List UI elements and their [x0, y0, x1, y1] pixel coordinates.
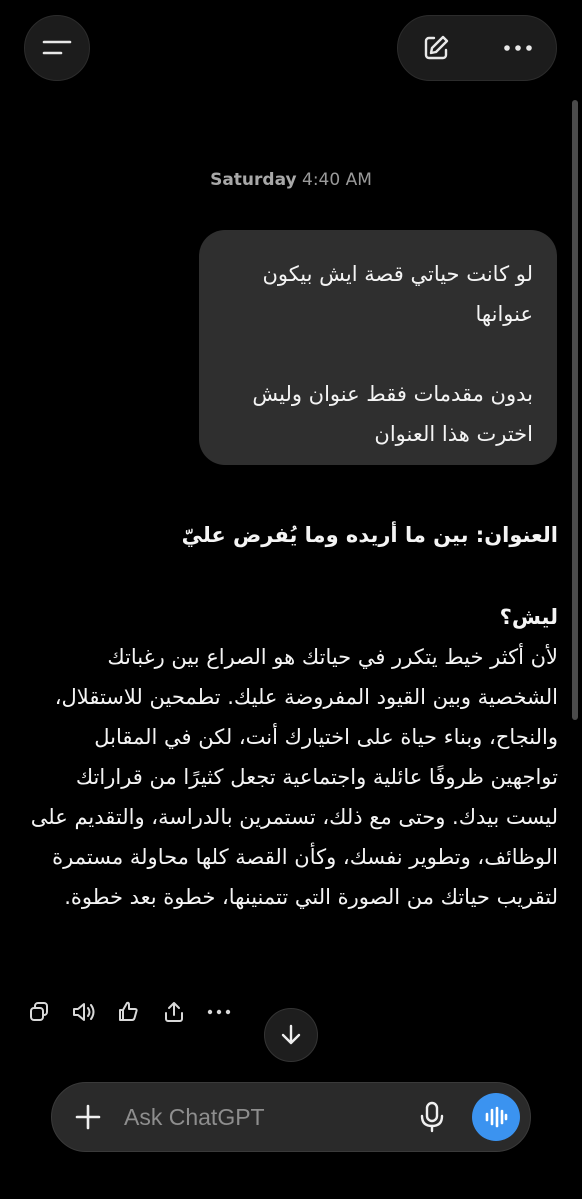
attach-button[interactable]	[66, 1095, 110, 1139]
feedback-icon	[119, 1001, 138, 1021]
new-chat-icon	[424, 35, 449, 60]
message-composer	[51, 1082, 531, 1152]
user-message-paragraph: لو كانت حياتي قصة ايش بيكون عنوانها	[262, 262, 533, 326]
voice-mode-button[interactable]	[472, 1093, 520, 1141]
message-input[interactable]	[124, 1083, 394, 1151]
dictation-button[interactable]	[410, 1095, 454, 1139]
voice-mode-icon	[485, 1106, 508, 1128]
feedback-button[interactable]	[112, 995, 146, 1029]
menu-button[interactable]	[24, 15, 90, 81]
share-icon	[165, 1002, 183, 1022]
read-aloud-icon	[73, 1003, 95, 1021]
more-icon	[207, 1009, 231, 1015]
assistant-title-line: العنوان: بين ما أريده وما يُفرض عليّ	[181, 523, 558, 547]
new-chat-button[interactable]	[398, 16, 474, 80]
assistant-body-text: لأن أكثر خيط يتكرر في حياتك هو الصراع بي…	[30, 645, 558, 909]
timestamp-day: Saturday	[210, 170, 297, 190]
read-aloud-button[interactable]	[67, 995, 101, 1029]
arrow-down-icon	[281, 1024, 301, 1045]
copy-button[interactable]	[22, 995, 56, 1029]
microphone-icon	[420, 1101, 444, 1133]
more-options-button[interactable]	[480, 16, 556, 80]
scrollbar[interactable]	[572, 100, 578, 720]
message-actions	[22, 995, 247, 1029]
message-timestamp: Saturday 4:40 AM	[0, 170, 582, 190]
user-message-bubble: لو كانت حياتي قصة ايش بيكون عنوانها بدون…	[199, 230, 557, 465]
timestamp-time: 4:40 AM	[302, 170, 372, 190]
scroll-to-bottom-button[interactable]	[264, 1008, 318, 1062]
share-button[interactable]	[157, 995, 191, 1029]
message-more-button[interactable]	[202, 995, 236, 1029]
menu-icon	[42, 40, 72, 55]
more-icon	[504, 45, 532, 51]
plus-icon	[75, 1104, 101, 1130]
user-message-paragraph: بدون مقدمات فقط عنوان وليش اخترت هذا الع…	[252, 382, 533, 446]
assistant-message: العنوان: بين ما أريده وما يُفرض عليّ ليش…	[24, 515, 558, 917]
assistant-why-heading: ليش؟	[499, 605, 558, 629]
header-actions	[397, 15, 557, 81]
copy-icon	[30, 1002, 48, 1021]
